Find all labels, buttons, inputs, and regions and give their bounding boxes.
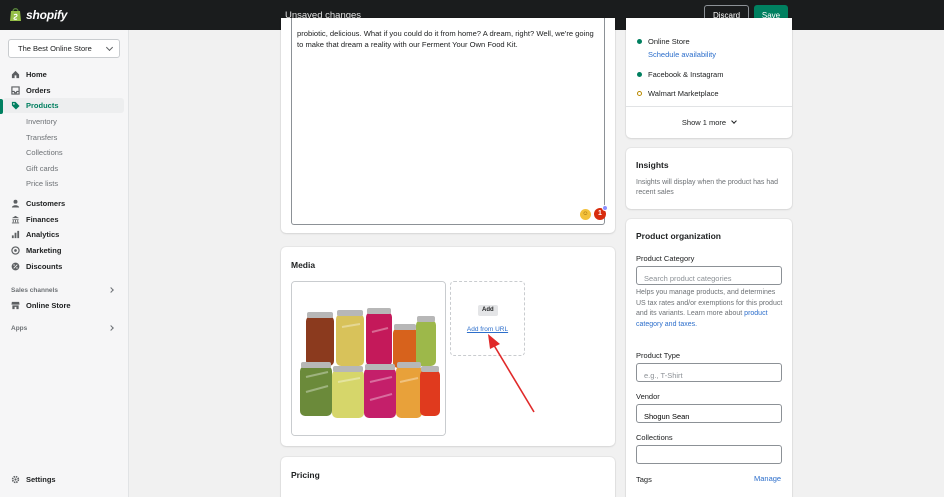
pricing-title: Pricing [291, 470, 320, 480]
sidebar-item-label: Online Store [26, 301, 71, 310]
insights-title: Insights [636, 160, 669, 170]
collections-input[interactable] [636, 445, 782, 464]
sidebar-item-price-lists[interactable]: Price lists [0, 176, 129, 191]
logo-text: shopify [26, 7, 68, 22]
sidebar-item-orders[interactable]: Orders [0, 83, 129, 98]
product-category-label: Product Category [636, 254, 695, 263]
sidebar-item-label: Price lists [26, 179, 59, 188]
show-more-button[interactable]: Show 1 more [626, 118, 792, 127]
sidebar-item-label: Gift cards [26, 164, 59, 173]
sidebar-item-label: Home [26, 70, 47, 79]
divider [626, 106, 792, 107]
sidebar-item-gift-cards[interactable]: Gift cards [0, 161, 129, 176]
channel-name: Online Store [648, 37, 690, 46]
target-icon [11, 246, 20, 255]
show-more-label: Show 1 more [681, 118, 727, 127]
sales-channels-card: Online Store Schedule availability Faceb… [626, 18, 792, 138]
store-icon [11, 301, 20, 310]
add-media-button[interactable]: Add [478, 305, 498, 316]
notification-dot-icon [602, 205, 608, 211]
sidebar-item-discounts[interactable]: Discounts [0, 259, 129, 274]
apps-heading: Apps [11, 325, 28, 332]
tags-label: Tags [636, 475, 652, 484]
channel-facebook-instagram: Facebook & Instagram [637, 70, 723, 79]
fermented-jars-image [292, 282, 445, 435]
sidebar-item-label: Collections [26, 148, 63, 157]
product-type-input[interactable] [636, 363, 782, 382]
emoji-icon[interactable]: ☺ [580, 209, 591, 220]
chevron-right-icon[interactable] [108, 325, 114, 331]
collections-label: Collections [636, 433, 673, 442]
product-category-input[interactable] [636, 266, 782, 285]
sidebar-item-collections[interactable]: Collections [0, 145, 129, 160]
sidebar-item-analytics[interactable]: Analytics [0, 227, 129, 242]
status-dot-icon [637, 39, 642, 44]
description-text: probiotic, delicious. What if you could … [297, 29, 594, 49]
product-organization-card: Product organization Product Category He… [626, 219, 792, 497]
schedule-availability-link[interactable]: Schedule availability [648, 50, 716, 59]
insights-text: Insights will display when the product h… [636, 179, 779, 196]
shopping-bag-icon [10, 8, 21, 21]
chevron-down-icon [105, 43, 114, 52]
bank-icon [11, 215, 20, 224]
store-selector[interactable]: The Best Online Store [8, 39, 120, 58]
person-icon [11, 199, 20, 208]
shopify-logo[interactable]: shopify [9, 7, 67, 22]
sidebar-item-label: Discounts [26, 262, 63, 271]
sidebar: The Best Online Store Home Orders Produc… [0, 30, 129, 497]
channel-online-store: Online Store [637, 37, 690, 46]
manage-tags-link[interactable]: Manage [754, 474, 781, 483]
insights-card: Insights Insights will display when the … [626, 148, 792, 209]
product-type-label: Product Type [636, 351, 681, 360]
sidebar-item-label: Customers [26, 199, 66, 208]
product-organization-title: Product organization [636, 231, 721, 241]
sidebar-item-label: Orders [26, 86, 51, 95]
media-title: Media [291, 260, 316, 270]
channel-name: Walmart Marketplace [648, 89, 719, 98]
home-icon [11, 70, 20, 79]
vendor-input[interactable] [636, 404, 782, 423]
product-category-help: Helps you manage products, and determine… [636, 288, 784, 330]
sidebar-item-label: Transfers [26, 133, 58, 142]
chevron-right-icon[interactable] [108, 287, 114, 293]
sidebar-item-settings[interactable]: Settings [0, 472, 129, 487]
gear-icon [11, 475, 20, 484]
channel-walmart: Walmart Marketplace [637, 89, 719, 98]
store-name: The Best Online Store [18, 44, 92, 53]
sidebar-item-inventory[interactable]: Inventory [0, 114, 129, 129]
orders-icon [11, 86, 20, 95]
annotation-arrow [488, 334, 535, 413]
sidebar-item-customers[interactable]: Customers [0, 196, 129, 211]
sidebar-item-label: Inventory [26, 117, 57, 126]
sidebar-item-products[interactable]: Products [3, 98, 124, 113]
sidebar-item-online-store[interactable]: Online Store [0, 298, 129, 313]
tag-icon [11, 101, 20, 110]
description-editor[interactable]: probiotic, delicious. What if you could … [291, 18, 608, 225]
sidebar-item-home[interactable]: Home [0, 67, 129, 82]
pricing-card: Pricing [281, 457, 615, 497]
vendor-label: Vendor [636, 392, 660, 401]
sidebar-item-transfers[interactable]: Transfers [0, 130, 129, 145]
sidebar-item-finances[interactable]: Finances [0, 212, 129, 227]
product-image[interactable] [291, 281, 446, 436]
sales-channels-heading: Sales channels [11, 287, 58, 294]
status-dot-icon [637, 91, 642, 96]
sidebar-item-label: Marketing [26, 246, 62, 255]
description-card: probiotic, delicious. What if you could … [281, 18, 615, 233]
sidebar-item-label: Products [26, 101, 59, 110]
discount-icon [11, 262, 20, 271]
chevron-down-icon [731, 118, 737, 124]
channel-name: Facebook & Instagram [648, 70, 724, 79]
sidebar-item-marketing[interactable]: Marketing [0, 243, 129, 258]
status-dot-icon [637, 72, 642, 77]
sidebar-item-label: Finances [26, 215, 59, 224]
sidebar-item-label: Settings [26, 475, 56, 484]
sidebar-item-label: Analytics [26, 230, 60, 239]
chart-icon [11, 230, 20, 239]
media-card: Media Add Add from URL [281, 247, 615, 446]
